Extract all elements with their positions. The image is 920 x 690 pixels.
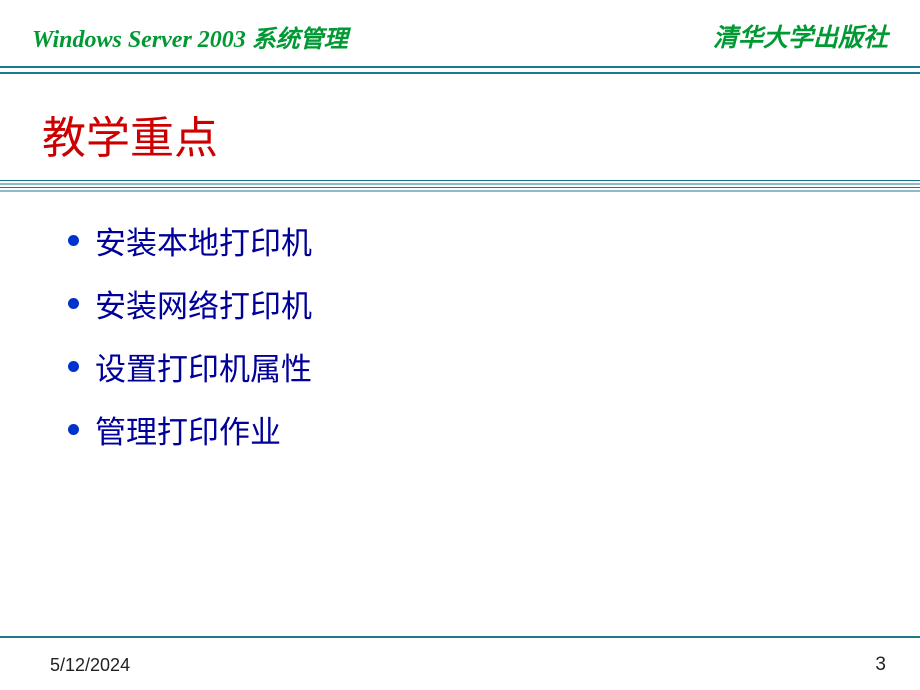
bullet-icon <box>68 424 79 435</box>
header-left-text: Windows Server 2003 系统管理 <box>32 19 348 54</box>
footer-page-number: 3 <box>875 654 886 676</box>
header-right-text: 清华大学出版社 <box>713 18 888 54</box>
list-item: 管理打印作业 <box>68 407 920 452</box>
bullet-icon <box>68 361 79 372</box>
header-divider <box>0 66 920 74</box>
bullet-icon <box>68 235 79 246</box>
slide-footer: 5/12/2024 3 <box>0 640 920 690</box>
bullet-text: 管理打印作业 <box>95 407 281 452</box>
title-underline <box>0 180 920 194</box>
slide-header: Windows Server 2003 系统管理 清华大学出版社 <box>0 0 920 62</box>
bullet-icon <box>68 298 79 309</box>
footer-divider <box>0 636 920 638</box>
slide-content: 安装本地打印机 安装网络打印机 设置打印机属性 管理打印作业 <box>0 194 920 452</box>
list-item: 安装本地打印机 <box>68 218 920 263</box>
list-item: 设置打印机属性 <box>68 344 920 389</box>
bullet-text: 设置打印机属性 <box>95 344 312 389</box>
list-item: 安装网络打印机 <box>68 281 920 326</box>
bullet-text: 安装本地打印机 <box>95 218 312 263</box>
footer-date: 5/12/2024 <box>50 655 130 676</box>
slide-title: 教学重点 <box>0 74 920 180</box>
bullet-text: 安装网络打印机 <box>95 281 312 326</box>
